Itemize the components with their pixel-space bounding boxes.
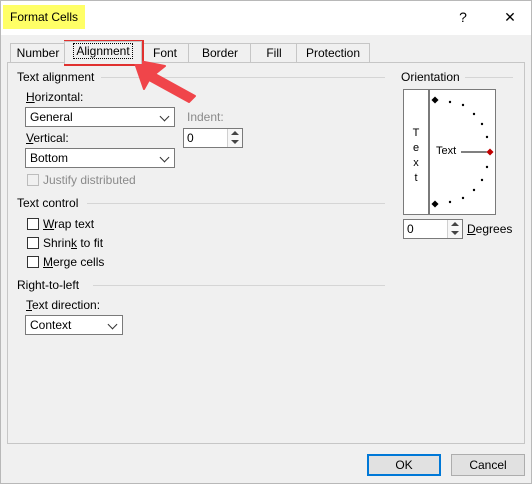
annotation-arrow-icon — [133, 59, 196, 103]
tab-number[interactable]: Number — [10, 43, 66, 63]
tab-fill[interactable]: Fill — [250, 43, 298, 63]
cancel-button[interactable]: Cancel — [451, 454, 525, 476]
merge-cells-checkbox[interactable] — [27, 256, 39, 268]
vertical-text-letter: t — [414, 172, 418, 184]
degrees-spinner[interactable]: 0 — [403, 219, 463, 239]
spin-up-icon[interactable] — [451, 222, 459, 226]
horizontal-select[interactable]: General — [25, 107, 175, 127]
wrap-text-checkbox[interactable] — [27, 218, 39, 230]
orientation-dial[interactable]: Text — [429, 89, 496, 215]
chevron-down-icon[interactable] — [157, 149, 174, 167]
group-divider — [465, 77, 513, 78]
tab-strip: Number Alignment Font Border Fill Protec… — [1, 41, 531, 64]
justify-distributed-checkbox[interactable] — [27, 174, 39, 186]
degrees-label: Degrees — [467, 222, 513, 236]
spin-down-icon[interactable] — [231, 140, 239, 144]
indent-spinner[interactable]: 0 — [183, 128, 243, 148]
spin-up-icon[interactable] — [231, 131, 239, 135]
indent-label: Indent: — [187, 110, 224, 124]
vertical-select[interactable]: Bottom — [25, 148, 175, 168]
vertical-text-letter: e — [412, 142, 420, 154]
text-direction-select[interactable]: Context — [25, 315, 123, 335]
indent-value: 0 — [187, 131, 194, 145]
justify-distributed-label: Justify distributed — [43, 173, 136, 187]
spinner-buttons[interactable] — [227, 129, 242, 147]
text-direction-value: Context — [30, 318, 72, 332]
degrees-value: 0 — [407, 222, 414, 236]
tab-alignment[interactable]: Alignment — [64, 41, 142, 64]
right-to-left-group-label: Right-to-left — [17, 278, 80, 292]
vertical-select-value: Bottom — [30, 151, 69, 165]
group-divider — [87, 203, 385, 204]
horizontal-select-value: General — [30, 110, 73, 124]
title-bar: Format Cells ? ✕ — [1, 1, 531, 35]
text-control-group-label: Text control — [17, 196, 79, 210]
orientation-group-label: Orientation — [401, 70, 460, 84]
chevron-down-icon[interactable] — [157, 108, 174, 126]
ok-button[interactable]: OK — [367, 454, 441, 476]
help-button[interactable]: ? — [448, 5, 478, 29]
wrap-text-label: Wrap text — [43, 217, 95, 231]
spin-down-icon[interactable] — [451, 231, 459, 235]
vertical-text-letter: x — [413, 157, 419, 169]
spinner-buttons[interactable] — [447, 220, 462, 238]
dial-text-label: Text — [436, 145, 457, 157]
tab-protection[interactable]: Protection — [296, 43, 370, 63]
format-cells-dialog: Format Cells ? ✕ Number Alignment Font B… — [0, 0, 532, 484]
vertical-text-orientation[interactable]: T e x t — [403, 89, 429, 215]
shrink-to-fit-checkbox[interactable] — [27, 237, 39, 249]
horizontal-label: Horizontal: — [26, 90, 84, 104]
dialog-title: Format Cells — [3, 5, 86, 29]
chevron-down-icon[interactable] — [105, 316, 122, 334]
merge-cells-label: Merge cells — [43, 255, 105, 269]
shrink-to-fit-label: Shrink to fit — [43, 236, 104, 250]
close-button[interactable]: ✕ — [495, 5, 525, 29]
group-divider — [93, 285, 385, 286]
text-alignment-group-label: Text alignment — [17, 70, 95, 84]
vertical-label: Vertical: — [26, 131, 69, 145]
vertical-text-letter: T — [412, 127, 420, 139]
text-direction-label: Text direction: — [26, 298, 101, 312]
